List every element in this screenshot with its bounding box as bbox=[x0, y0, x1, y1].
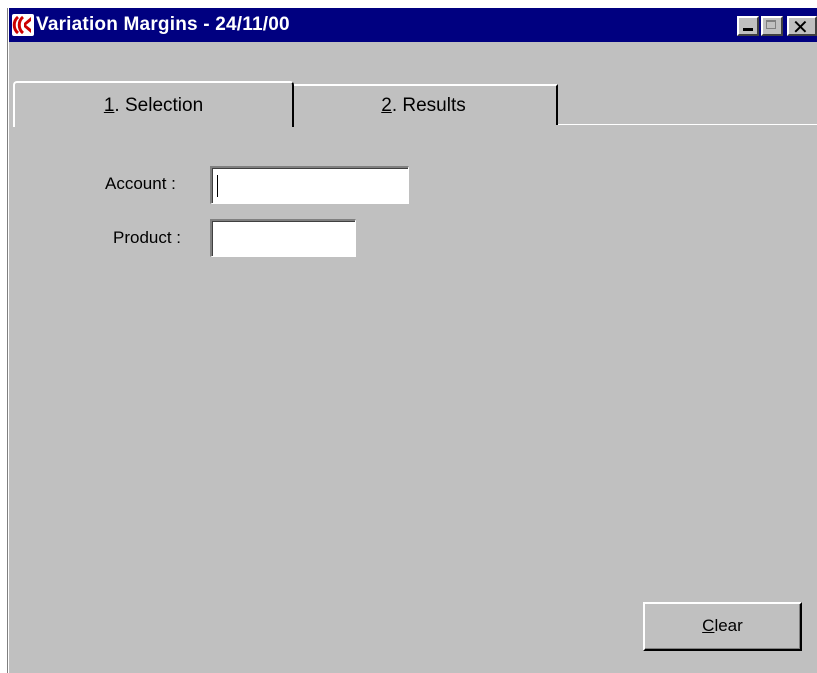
maximize-button[interactable] bbox=[761, 16, 783, 36]
minimize-button[interactable] bbox=[737, 16, 759, 36]
tab-results-access-key: 2 bbox=[381, 95, 392, 116]
clear-button[interactable]: Clear bbox=[643, 602, 802, 651]
product-label: Product : bbox=[113, 228, 182, 247]
app-window: Variation Margins - 24/11/00 ✕ 1. Select… bbox=[7, 7, 817, 673]
close-button[interactable]: ✕ bbox=[787, 15, 817, 39]
close-icon: ✕ bbox=[792, 15, 809, 39]
tab-results[interactable]: 2. Results bbox=[291, 84, 558, 125]
window-title: Variation Margins - 24/11/00 bbox=[36, 14, 290, 35]
account-field[interactable] bbox=[210, 166, 409, 204]
tab-selection-label: . Selection bbox=[114, 95, 204, 116]
app-logo-icon[interactable] bbox=[12, 14, 34, 36]
tab-selection[interactable]: 1. Selection bbox=[13, 81, 294, 127]
tab-selection-access-key: 1 bbox=[103, 95, 115, 116]
title-bar[interactable]: Variation Margins - 24/11/00 ✕ bbox=[9, 8, 817, 42]
product-field[interactable] bbox=[210, 219, 356, 257]
tab-results-label: . Results bbox=[391, 95, 466, 116]
clear-button-label: lear bbox=[714, 616, 743, 635]
account-label: Account : bbox=[105, 174, 176, 193]
clear-access-key: C bbox=[702, 616, 715, 635]
text-cursor bbox=[217, 175, 218, 197]
